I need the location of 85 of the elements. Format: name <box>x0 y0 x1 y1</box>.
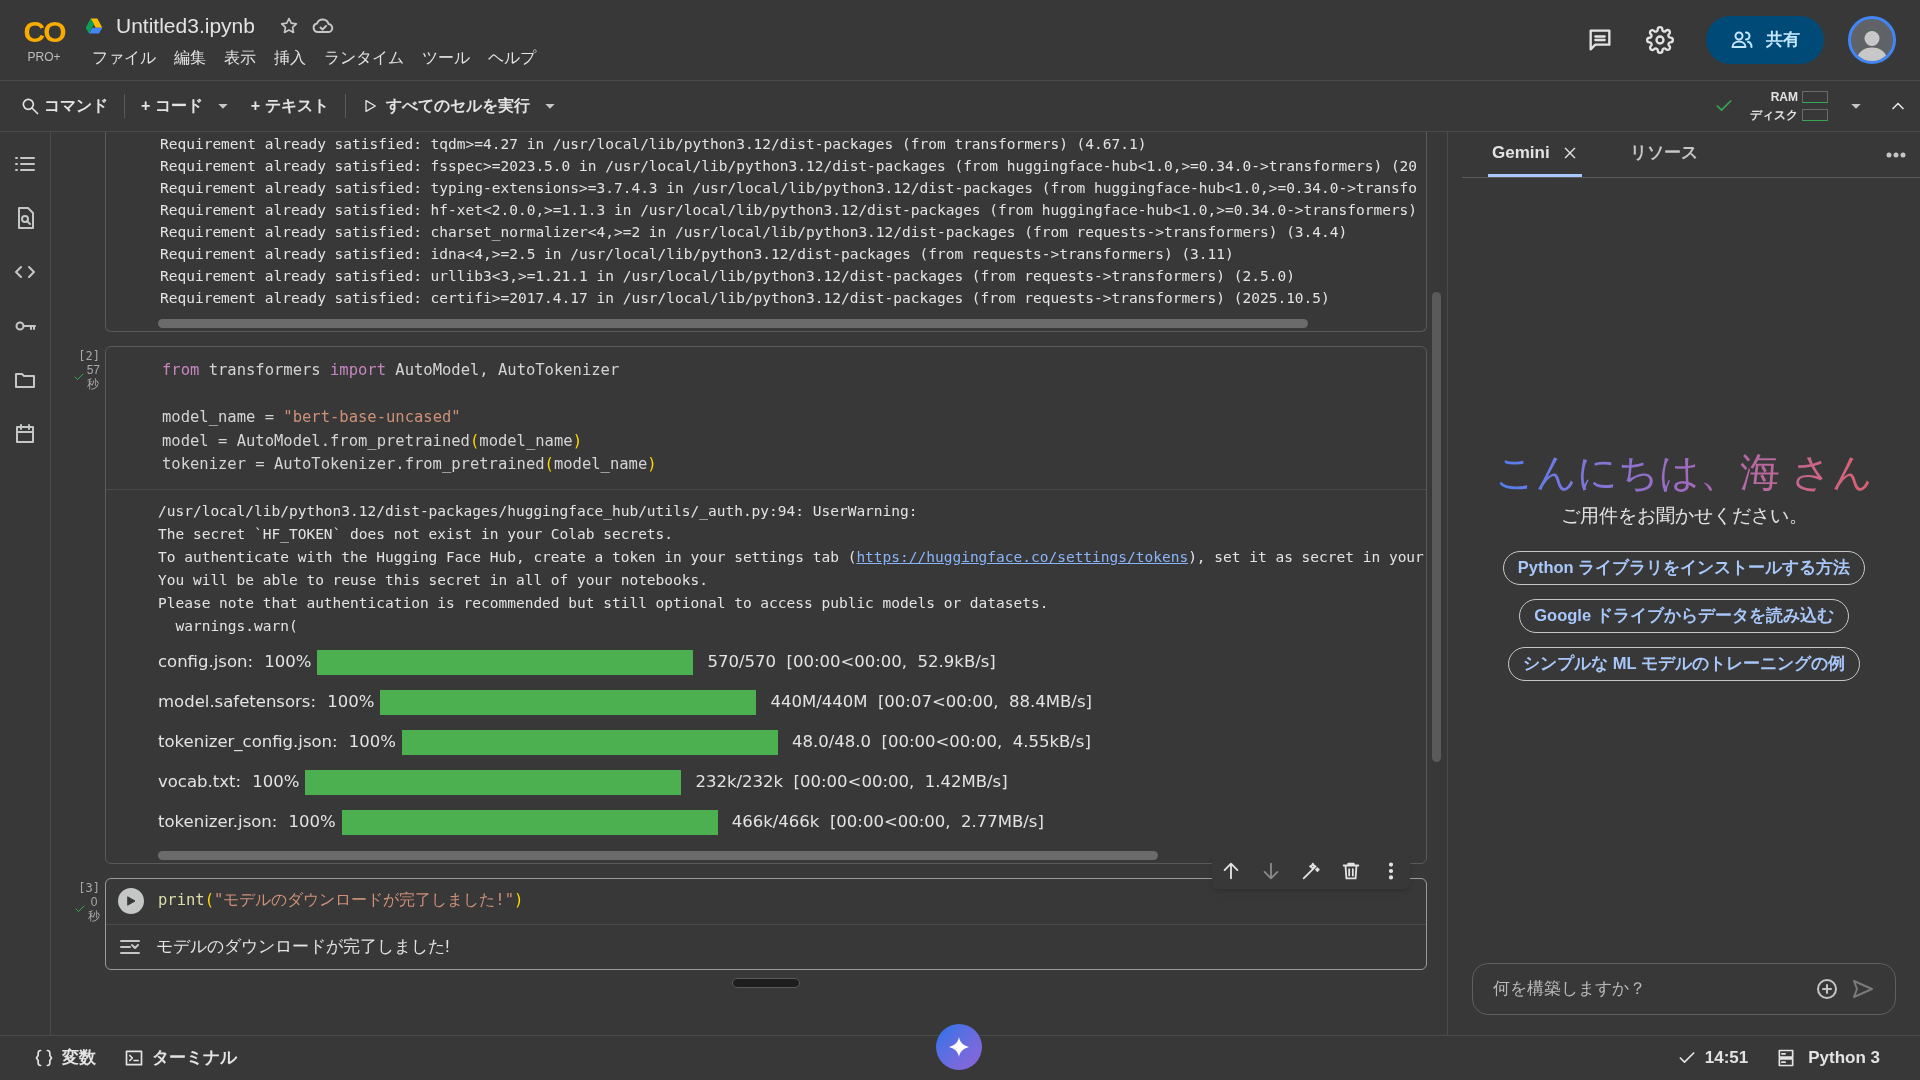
add-code-button[interactable]: + コード <box>133 88 211 124</box>
output-line: Requirement already satisfied: hf-xet<2.0.0,>=1.1.3 in /usr/local/lib/python3.12/dist-packages (from huggingface-hub<1.0,>=0.34.0->transformers) <box>160 201 1419 220</box>
progress-percent: 100% <box>327 690 375 713</box>
panel-tab[interactable]: Gemini <box>1488 132 1582 177</box>
warning-line: Please note that authentication is recommended but still optional to access public models or datasets. <box>158 593 1050 613</box>
share-button[interactable]: 共有 <box>1706 16 1824 64</box>
horizontal-scrollbar[interactable] <box>158 850 1158 860</box>
run-cell-button[interactable] <box>118 888 144 914</box>
gemini-button[interactable] <box>936 1024 982 1070</box>
terminal-icon <box>124 1048 144 1068</box>
resize-handle[interactable] <box>732 977 800 988</box>
logo[interactable]: CO <box>23 17 65 47</box>
panel-tab[interactable]: リソース <box>1625 132 1702 177</box>
progress-stats: 48.0/48.0 [00:00<00:00, 4.55kB/s] <box>792 730 1091 753</box>
menu-item[interactable]: 挿入 <box>274 45 306 70</box>
resource-meter[interactable]: RAM ディスク <box>1750 88 1828 124</box>
star-icon[interactable] <box>278 16 299 36</box>
progress-percent: 100% <box>288 810 336 833</box>
menu-item[interactable]: ツール <box>422 45 470 70</box>
greeting-subtitle: ご用件をお聞かせください。 <box>1560 504 1808 528</box>
file-name: model.safetensors: <box>158 690 317 713</box>
warning-line: The secret `HF_TOKEN` does not exist in your Colab secrets. <box>158 524 675 545</box>
output-line: Requirement already satisfied: urllib3<3,>=1.21.1 in /usr/local/lib/python3.12/dist-packages (from requests->transformers) (2.5.0) <box>160 267 1296 286</box>
plan-label: PRO+ <box>27 51 61 63</box>
duration-value: 0 <box>90 894 98 909</box>
progress-percent: 100% <box>252 770 300 793</box>
terminal-button[interactable]: ターミナル <box>124 1045 237 1071</box>
menu-item[interactable]: ランタイム <box>324 45 404 70</box>
duration-unit: 秒 <box>87 377 100 391</box>
output-line: Requirement already satisfied: tqdm>=4.27 in /usr/local/lib/python3.12/dist-packages (from transformers) (4.67.1) <box>160 135 1148 154</box>
output-text: モデルのダウンロードが完了しました! <box>156 935 450 958</box>
warning-line: To authenticate with the Hugging Face Hub, create a token in your settings tab (https://huggingface.co/settings/tokens), set it as secret in your <box>158 547 1425 567</box>
menu-item[interactable]: ファイル <box>92 45 156 70</box>
drive-icon <box>84 16 104 36</box>
code-line: from transformers import AutoModel, AutoTokenizer <box>162 360 621 381</box>
output-line: Requirement already satisfied: charset_normalizer<4,>=2 in /usr/local/lib/python3.12/dist-packages (from requests->transformers) (3.4.4) <box>160 223 1349 243</box>
code-line: model_name = "bert-base-uncased" <box>162 407 462 428</box>
file-name: tokenizer.json: <box>158 810 279 833</box>
prompt-field[interactable]: 何を構築しますか？ <box>1493 976 1803 1002</box>
progress-stats: 440M/440M [00:07<00:00, 88.4MB/s] <box>770 690 1092 713</box>
output-line: Requirement already satisfied: typing-extensions>=3.7.4.3 in /usr/local/lib/python3.12/dist-packages (from huggingface-hub<1.0,>=0.34.0->transfo <box>160 179 1419 198</box>
warning-line: /usr/local/lib/python3.12/dist-packages/huggingface_hub/utils/_auth.py:94: UserWarning: <box>158 501 919 522</box>
settings-icon[interactable] <box>1646 26 1674 54</box>
warning-line: You will be able to reuse this secret in all of your notebooks. <box>158 570 709 590</box>
progress-percent: 100% <box>348 730 396 753</box>
execution-status[interactable]: 14:51 <box>1676 1045 1749 1071</box>
variables-button[interactable]: 変数 <box>34 1045 96 1071</box>
duration-unit: 秒 <box>88 908 100 923</box>
play-icon <box>125 895 137 907</box>
menu-item[interactable]: ヘルプ <box>488 45 536 70</box>
avatar[interactable] <box>1848 16 1896 64</box>
add-text-button[interactable]: + テキスト <box>242 88 337 124</box>
send-icon[interactable] <box>1851 977 1875 1001</box>
calendar-icon[interactable] <box>13 422 37 446</box>
server-icon <box>1776 1048 1797 1068</box>
search-icon <box>20 96 40 116</box>
braces-icon <box>34 1048 54 1068</box>
file-name: config.json: <box>158 650 255 673</box>
command-button[interactable]: コマンド <box>12 88 116 124</box>
add-icon[interactable] <box>1815 977 1839 1001</box>
vertical-scrollbar[interactable] <box>1432 292 1441 762</box>
progress-percent: 100% <box>264 650 312 673</box>
progress-stats: 570/570 [00:00<00:00, 52.9kB/s] <box>707 650 996 673</box>
run-all-button[interactable]: すべてのセルを実行 <box>353 88 538 124</box>
horizontal-scrollbar[interactable] <box>158 319 1308 328</box>
execution-count: [2] <box>78 349 100 363</box>
output-line: Requirement already satisfied: fsspec>=2023.5.0 in /usr/local/lib/python3.12/dist-packages (from huggingface-hub<1.0,>=0.34.0->transformers) (20 <box>160 157 1419 176</box>
output-line: Requirement already satisfied: idna<4,>=2.5 in /usr/local/lib/python3.12/dist-packages (from requests->transformers) (3.11) <box>160 245 1235 264</box>
code-line: print("モデルのダウンロードが完了しました!") <box>158 890 524 912</box>
warning-line: warnings.warn( <box>174 616 299 636</box>
runtime-button[interactable]: Python 3 <box>1776 1045 1880 1071</box>
prompt-box[interactable]: 何を構築しますか？ <box>1472 963 1896 1015</box>
file-name: vocab.txt: <box>158 770 243 793</box>
duration-value: 57 <box>86 363 100 377</box>
code-line: tokenizer = AutoTokenizer.from_pretrained(model_name) <box>162 454 658 475</box>
progress-stats: 466k/466k [00:00<00:00, 2.77MB/s] <box>731 810 1044 833</box>
link[interactable]: https://huggingface.co/settings/tokens <box>856 548 1189 565</box>
execution-count: [3] <box>78 880 100 895</box>
output-line: Requirement already satisfied: certifi>=2017.4.17 in /usr/local/lib/python3.12/dist-packages (from requests->transformers) (2025.10.5) <box>160 289 1331 308</box>
menu-item[interactable]: 編集 <box>174 45 206 70</box>
notebook-title[interactable]: Untitled3.ipynb <box>116 10 255 42</box>
file-name: tokenizer_config.json: <box>158 730 339 753</box>
progress-stats: 232k/232k [00:00<00:00, 1.42MB/s] <box>695 770 1008 793</box>
code-line: model = AutoModel.from_pretrained(model_name) <box>162 430 583 452</box>
menu-item[interactable]: 表示 <box>224 45 256 70</box>
